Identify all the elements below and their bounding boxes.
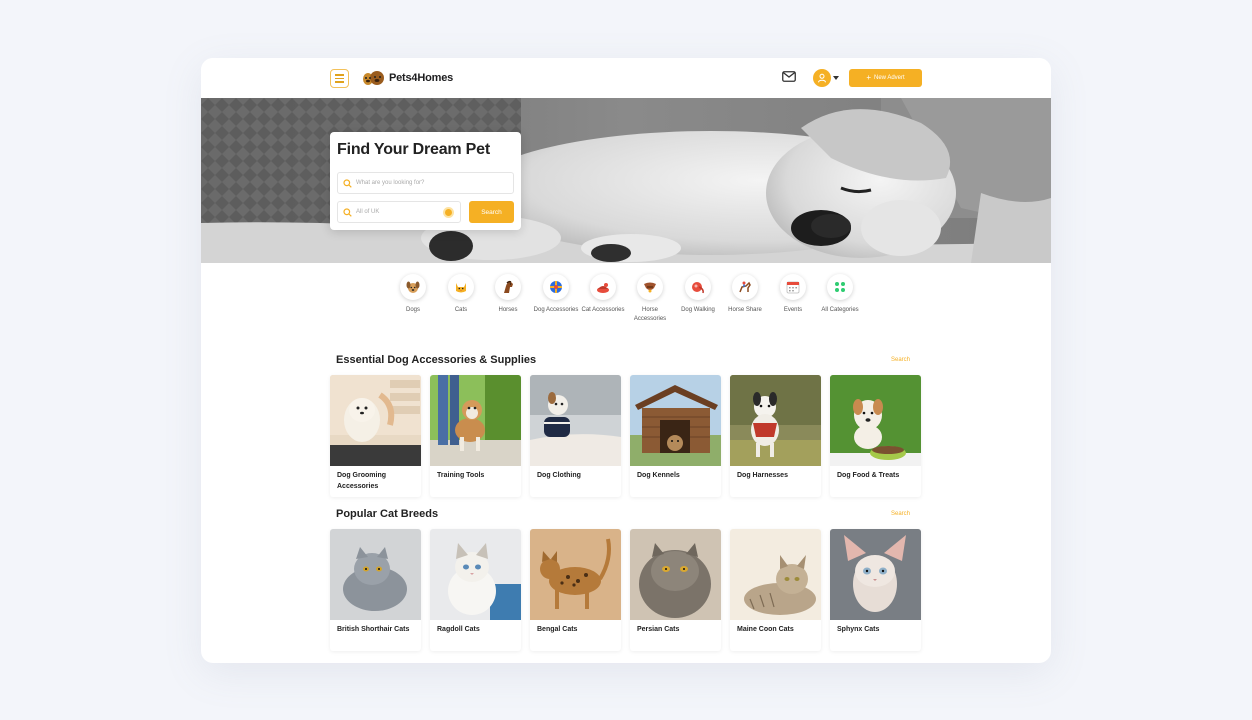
card-training-tools[interactable]: Training Tools bbox=[430, 375, 521, 497]
category-all-categories[interactable]: All Categories bbox=[816, 274, 864, 315]
site-logo[interactable]: Pets4Homes bbox=[362, 70, 453, 86]
category-events[interactable]: Events bbox=[769, 274, 817, 315]
card-label: Dog Grooming Accessories bbox=[337, 472, 386, 490]
card-label: British Shorthair Cats bbox=[337, 626, 410, 633]
card-persian[interactable]: Persian Cats bbox=[630, 529, 721, 651]
card-bengal[interactable]: Bengal Cats bbox=[530, 529, 621, 651]
card-label: Ragdoll Cats bbox=[437, 626, 480, 633]
location-placeholder: All of UK bbox=[356, 209, 380, 215]
dog-section-title: Essential Dog Accessories & Supplies bbox=[336, 354, 537, 366]
user-icon bbox=[818, 73, 826, 83]
category-horse-share[interactable]: Horse Share bbox=[721, 274, 769, 315]
dog-clothing-image bbox=[530, 375, 621, 466]
hamburger-menu-icon[interactable] bbox=[330, 69, 349, 88]
category-label: All Categories bbox=[821, 307, 859, 313]
ragdoll-image bbox=[430, 529, 521, 620]
new-advert-label: New Advert bbox=[873, 75, 905, 81]
logo-text: Pets4Homes bbox=[389, 72, 454, 84]
mail-icon[interactable] bbox=[782, 71, 796, 82]
card-label: Dog Clothing bbox=[537, 472, 581, 479]
horse-accessories-icon bbox=[644, 282, 656, 293]
horse-icon bbox=[504, 280, 513, 293]
card-ragdoll[interactable]: Ragdoll Cats bbox=[430, 529, 521, 651]
hero-dog-image bbox=[201, 98, 1051, 263]
app-window: Pets4Homes + New Advert Find Your Dream … bbox=[201, 58, 1051, 663]
category-label: Dog Walking bbox=[681, 307, 715, 313]
dog-section-search-link[interactable]: Search bbox=[891, 357, 910, 363]
category-horses[interactable]: Horses bbox=[484, 274, 532, 315]
category-label: Horses bbox=[498, 307, 518, 313]
calendar-icon bbox=[786, 281, 800, 294]
card-label: Dog Kennels bbox=[637, 472, 680, 479]
category-horse-accessories[interactable]: Horse Accessories bbox=[626, 274, 674, 324]
dog-accessories-icon bbox=[550, 281, 562, 293]
category-label: Events bbox=[783, 307, 803, 313]
search-card: Find Your Dream Pet What are you looking… bbox=[330, 132, 521, 230]
dog-food-image bbox=[830, 375, 921, 466]
chevron-down-icon[interactable] bbox=[833, 76, 839, 80]
cat-accessories-icon bbox=[597, 283, 609, 293]
category-strip: Dogs Cats Horses Dog Accessories Cat Acc… bbox=[397, 274, 859, 330]
dog-walking-icon bbox=[692, 282, 704, 294]
card-label: Dog Harnesses bbox=[737, 472, 788, 479]
search-icon bbox=[343, 178, 352, 188]
card-label: Training Tools bbox=[437, 472, 485, 479]
location-target-icon[interactable] bbox=[443, 207, 454, 218]
sphynx-image bbox=[830, 529, 921, 620]
category-label: Cat Accessories bbox=[581, 307, 625, 313]
dog-harnesses-image bbox=[730, 375, 821, 466]
dog-accessories-list: Dog Grooming Accessories Training Tools … bbox=[330, 375, 922, 497]
top-navbar: Pets4Homes + New Advert bbox=[201, 58, 1051, 98]
card-label: Bengal Cats bbox=[537, 626, 578, 633]
plus-icon: + bbox=[866, 73, 871, 82]
category-cats[interactable]: Cats bbox=[437, 274, 485, 315]
persian-image bbox=[630, 529, 721, 620]
search-input[interactable]: What are you looking for? bbox=[337, 172, 514, 194]
card-dog-clothing[interactable]: Dog Clothing bbox=[530, 375, 621, 497]
cat-icon bbox=[456, 283, 466, 293]
category-label: Horse Share bbox=[728, 307, 762, 313]
category-label: Dog Accessories bbox=[533, 307, 579, 313]
card-maine-coon[interactable]: Maine Coon Cats bbox=[730, 529, 821, 651]
category-dog-walking[interactable]: Dog Walking bbox=[674, 274, 722, 315]
search-button[interactable]: Search bbox=[469, 201, 514, 223]
category-cat-accessories[interactable]: Cat Accessories bbox=[579, 274, 627, 315]
hero-banner bbox=[201, 98, 1051, 263]
cat-section-search-link[interactable]: Search bbox=[891, 511, 910, 517]
grid-icon bbox=[835, 282, 845, 292]
card-label: Persian Cats bbox=[637, 626, 680, 633]
new-advert-button[interactable]: + New Advert bbox=[849, 69, 922, 87]
card-dog-harnesses[interactable]: Dog Harnesses bbox=[730, 375, 821, 497]
training-tools-image bbox=[430, 375, 521, 466]
category-label: Cats bbox=[454, 307, 468, 313]
category-dog-accessories[interactable]: Dog Accessories bbox=[532, 274, 580, 315]
dog-icon bbox=[406, 281, 420, 293]
location-input[interactable]: All of UK bbox=[337, 201, 461, 223]
category-label: Horse Accessories bbox=[633, 307, 667, 322]
card-dog-kennels[interactable]: Dog Kennels bbox=[630, 375, 721, 497]
card-sphynx[interactable]: Sphynx Cats bbox=[830, 529, 921, 651]
card-label: Sphynx Cats bbox=[837, 626, 880, 633]
card-dog-food-treats[interactable]: Dog Food & Treats bbox=[830, 375, 921, 497]
page-title: Find Your Dream Pet bbox=[337, 141, 490, 158]
card-british-shorthair[interactable]: British Shorthair Cats bbox=[330, 529, 421, 651]
bengal-image bbox=[530, 529, 621, 620]
search-placeholder: What are you looking for? bbox=[356, 180, 425, 186]
dog-kennels-image bbox=[630, 375, 721, 466]
category-label: Dogs bbox=[405, 307, 420, 313]
british-shorthair-image bbox=[330, 529, 421, 620]
card-label: Dog Food & Treats bbox=[837, 472, 900, 479]
card-dog-grooming[interactable]: Dog Grooming Accessories bbox=[330, 375, 421, 497]
user-avatar[interactable] bbox=[813, 69, 831, 87]
search-icon bbox=[343, 207, 352, 217]
logo-paw-icon bbox=[363, 71, 384, 85]
cat-section-title: Popular Cat Breeds bbox=[336, 508, 439, 520]
dog-grooming-image bbox=[330, 375, 421, 466]
maine-coon-image bbox=[730, 529, 821, 620]
horse-share-icon bbox=[739, 281, 751, 293]
category-dogs[interactable]: Dogs bbox=[389, 274, 437, 315]
card-label: Maine Coon Cats bbox=[737, 626, 794, 633]
cat-breeds-list: British Shorthair Cats Ragdoll Cats Beng… bbox=[330, 529, 922, 651]
